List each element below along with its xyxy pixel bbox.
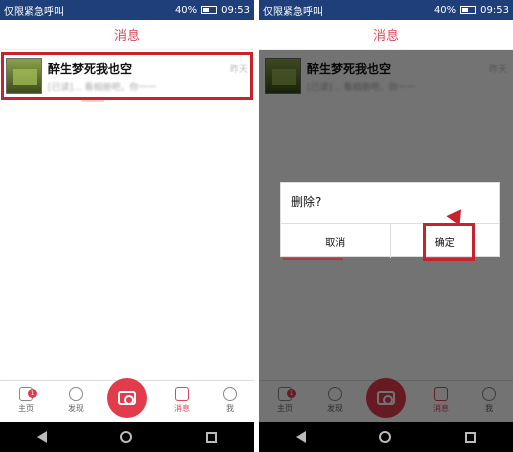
- tab-me[interactable]: 我: [210, 387, 250, 414]
- recents-icon[interactable]: [465, 431, 477, 443]
- decorative-mark: [82, 100, 104, 102]
- page-header: 消息: [0, 20, 254, 50]
- screenshot-pair: 仅限紧急呼叫 40% 09:53 消息 醉生梦死我也空 [已读]... 看相册吧…: [0, 0, 513, 452]
- battery-icon: [201, 6, 218, 14]
- recents-icon[interactable]: [206, 431, 218, 443]
- status-left-text: 仅限紧急呼叫: [4, 6, 64, 18]
- search-icon: [69, 387, 83, 401]
- tab-discover-label: 发现: [68, 404, 84, 413]
- android-nav-bar: [0, 422, 254, 452]
- phone-screen-left: 仅限紧急呼叫 40% 09:53 消息 醉生梦死我也空 [已读]... 看相册吧…: [0, 0, 254, 452]
- status-right: 40% 09:53: [434, 5, 509, 16]
- battery-icon: [460, 6, 477, 14]
- battery-percent: 40%: [174, 4, 198, 16]
- annotation-line: [283, 258, 343, 260]
- status-right: 40% 09:53: [175, 5, 250, 16]
- tab-me-label: 我: [226, 404, 234, 413]
- cancel-button[interactable]: 取消: [281, 224, 390, 258]
- tab-discover[interactable]: 发现: [56, 387, 96, 414]
- status-bar: 仅限紧急呼叫 40% 09:53: [259, 0, 513, 20]
- android-nav-bar: [259, 422, 513, 452]
- chat-icon: [175, 387, 189, 401]
- page-title: 消息: [113, 29, 140, 44]
- tab-home-label: 主页: [18, 404, 34, 413]
- highlight-box-confirm: [423, 223, 475, 261]
- home-badge: 1: [28, 389, 37, 398]
- status-time: 09:53: [221, 4, 250, 16]
- modal-overlay-tabbar[interactable]: [259, 380, 513, 422]
- page-title: 消息: [372, 29, 399, 44]
- page-header: 消息: [259, 20, 513, 50]
- tab-home[interactable]: 主页 1: [6, 387, 46, 414]
- back-icon[interactable]: [295, 431, 306, 443]
- phone-screen-right: 仅限紧急呼叫 40% 09:53 消息 醉生梦死我也空 [已读]... 看相册吧…: [259, 0, 513, 452]
- camera-button[interactable]: [107, 378, 147, 418]
- home-nav-icon[interactable]: [379, 431, 392, 443]
- back-icon[interactable]: [36, 431, 47, 443]
- tab-messages[interactable]: 消息: [162, 387, 202, 414]
- status-bar: 仅限紧急呼叫 40% 09:53: [0, 0, 254, 20]
- home-nav-icon[interactable]: [120, 431, 133, 443]
- camera-icon: [118, 391, 136, 405]
- dialog-title: 删除?: [291, 195, 322, 209]
- status-time: 09:53: [480, 4, 509, 16]
- highlight-box-row: [1, 52, 253, 100]
- bottom-tabbar: 主页 1 发现 消息 我: [0, 378, 254, 422]
- user-icon: [223, 387, 237, 401]
- battery-percent: 40%: [433, 4, 457, 16]
- status-left-text: 仅限紧急呼叫: [263, 6, 323, 18]
- tab-messages-label: 消息: [174, 404, 190, 413]
